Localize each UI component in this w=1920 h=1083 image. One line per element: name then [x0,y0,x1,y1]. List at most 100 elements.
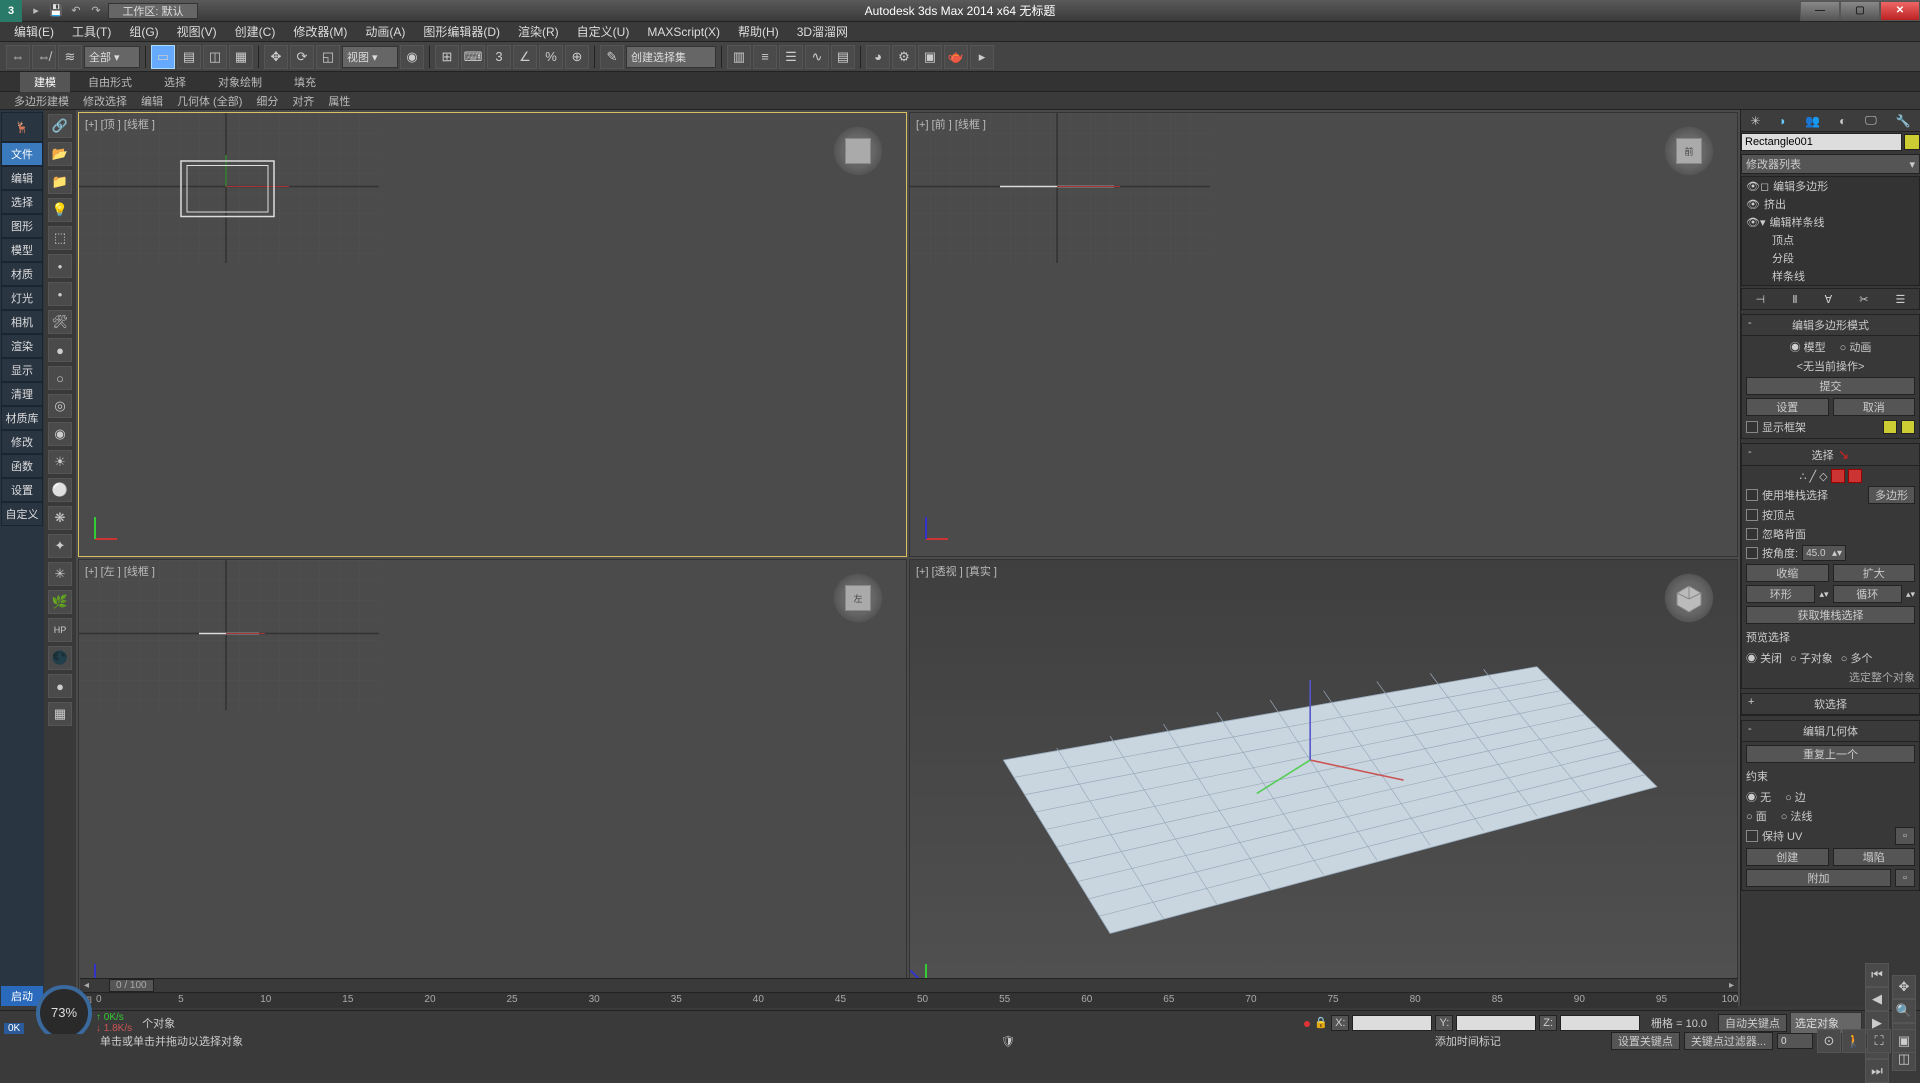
viewport-front-label[interactable]: [+] [前 ] [线框 ] [916,116,986,132]
rollout-softsel[interactable]: +软选择 [1741,693,1920,716]
setkey-button[interactable]: 设置关键点 [1611,1032,1680,1050]
ribbon-tab-freeform[interactable]: 自由形式 [74,72,146,92]
schematic-icon[interactable]: ▤ [831,45,855,69]
radio-model[interactable]: ◉ 模型 [1790,339,1826,355]
mirror-icon[interactable]: ▥ [727,45,751,69]
prev-frame-icon[interactable]: ◀ [1865,987,1889,1011]
menu-create[interactable]: 创建(C) [227,21,284,42]
viewport-persp-label[interactable]: [+] [透视 ] [真实 ] [916,563,997,579]
remove-mod-icon[interactable]: ✂ [1859,293,1868,306]
viewport-left-label[interactable]: [+] [左 ] [线框 ] [85,563,155,579]
cage-color2-swatch[interactable] [1901,420,1915,434]
ref-coord-combo[interactable]: 视图 ▾ [342,46,398,68]
maximize-button[interactable]: ▢ [1840,1,1880,21]
menu-animation[interactable]: 动画(A) [357,21,413,42]
render-prod-icon[interactable]: ▸ [970,45,994,69]
commit-button[interactable]: 提交 [1746,377,1915,395]
menu-group[interactable]: 组(G) [121,21,166,42]
get-stacksel-button[interactable]: 获取堆栈选择 [1746,606,1915,624]
nav-zoom-icon[interactable]: 🔍 [1892,999,1916,1023]
x-coord-input[interactable] [1352,1015,1432,1031]
cancel-button[interactable]: 取消 [1833,398,1916,416]
keyfilters-button[interactable]: 关键点过滤器... [1684,1032,1773,1050]
menu-rendering[interactable]: 渲染(R) [510,21,567,42]
viewport-top[interactable]: [+] [顶 ] [线框 ] [78,112,907,557]
scale-icon[interactable]: ◱ [316,45,340,69]
ic-planet-icon[interactable]: 🌑 [48,646,72,670]
byangle-check[interactable] [1746,547,1758,559]
cp-hierarchy-icon[interactable]: 👥 [1805,114,1820,128]
constraint-face-radio[interactable]: ○ 面 [1746,808,1767,824]
ic-box-icon[interactable]: ⬚ [48,226,72,250]
mini-listener[interactable]: 0K [4,1023,24,1034]
pin-stack-icon[interactable]: ⊣ [1756,293,1766,306]
subobj-border-icon[interactable]: ◇ [1819,470,1827,483]
loop-button[interactable]: 循环 [1833,585,1902,603]
lefttab-model[interactable]: 模型 [1,238,43,262]
ic-sphere-icon[interactable]: ● [48,338,72,362]
ic-link-icon[interactable]: 🔗 [48,114,72,138]
ic-folder-icon[interactable]: 📂 [48,142,72,166]
ic-grid-icon[interactable]: ▦ [48,702,72,726]
menu-edit[interactable]: 编辑(E) [6,21,62,42]
ic-ring-icon[interactable]: ◎ [48,394,72,418]
goto-end-icon[interactable]: ⏭ [1865,1059,1889,1083]
workspace-combo[interactable]: 工作区: 默认 [108,3,198,19]
lefttab-material[interactable]: 材质 [1,262,43,286]
z-coord-input[interactable] [1560,1015,1640,1031]
modifier-list-combo[interactable]: 修改器列表 ▾ [1741,154,1920,174]
lefttab-cleanup[interactable]: 清理 [1,382,43,406]
layers-icon[interactable]: ☰ [779,45,803,69]
object-name-input[interactable] [1741,133,1902,151]
lefttab-camera[interactable]: 相机 [1,310,43,334]
collapse-button[interactable]: 塌陷 [1833,848,1916,866]
keyboard-shortcut-icon[interactable]: ⌨ [461,45,485,69]
render-frame-icon[interactable]: ▣ [918,45,942,69]
lock-icon[interactable]: 🔒 [1314,1016,1328,1029]
ic-flare-icon[interactable]: ✳ [48,562,72,586]
subobj-edge-icon[interactable]: ╱ [1809,470,1816,483]
select-object-icon[interactable]: ▭ [151,45,175,69]
qat-undo-icon[interactable]: ↶ [68,3,84,19]
rotate-icon[interactable]: ⟳ [290,45,314,69]
ic-hp-icon[interactable]: HP [48,618,72,642]
viewport-top-label[interactable]: [+] [顶 ] [线框 ] [85,116,155,132]
modifier-stack[interactable]: 👁◻编辑多边形 👁挤出 👁▾编辑样条线 顶点 分段 样条线 Rectangle [1741,176,1920,286]
menu-help[interactable]: 帮助(H) [730,21,787,42]
menu-3dliuliu[interactable]: 3D溜溜网 [789,21,856,42]
lefttab-edit[interactable]: 编辑 [1,166,43,190]
menu-grapheditors[interactable]: 图形编辑器(D) [415,21,508,42]
lefttab-light[interactable]: 灯光 [1,286,43,310]
constraint-edge-radio[interactable]: ○ 边 [1785,789,1806,805]
polygon-button[interactable]: 多边形 [1868,486,1915,504]
shrink-button[interactable]: 收缩 [1746,564,1829,582]
minimize-button[interactable]: — [1800,1,1840,21]
render-icon[interactable]: 🫖 [944,45,968,69]
radio-anim[interactable]: ○ 动画 [1840,339,1872,355]
preview-subobj-radio[interactable]: ○ 子对象 [1790,650,1833,666]
named-selset-combo[interactable]: 创建选择集 [626,46,716,68]
subobj-element-icon[interactable] [1848,469,1862,483]
ic-dot2-icon[interactable]: • [48,282,72,306]
show-cage-check[interactable] [1746,421,1758,433]
named-sel-edit-icon[interactable]: ✎ [600,45,624,69]
goto-start-icon[interactable]: ⏮ [1865,963,1889,987]
viewcube-persp[interactable] [1661,570,1717,626]
ic-target-icon[interactable]: ✦ [48,534,72,558]
cp-create-icon[interactable]: ✳ [1750,114,1760,128]
subobj-vertex-icon[interactable]: ∴ [1799,470,1806,483]
lefttab-shape[interactable]: 图形 [1,214,43,238]
qat-redo-icon[interactable]: ↷ [88,3,104,19]
nav-region-icon[interactable]: ▣ [1892,1029,1916,1053]
nav-maximize-icon[interactable]: ⛶ [1867,1029,1891,1053]
preview-off-radio[interactable]: ◉ 关闭 [1746,650,1782,666]
selection-filter-combo[interactable]: 全部 ▾ [84,46,140,68]
viewport-left[interactable]: [+] [左 ] [线框 ] 左 [78,559,907,1004]
preview-multi-radio[interactable]: ○ 多个 [1841,650,1873,666]
grow-button[interactable]: 扩大 [1833,564,1916,582]
nav-pan-icon[interactable]: ✥ [1892,975,1916,999]
bind-icon[interactable]: ≋ [58,45,82,69]
ribpanel-props[interactable]: 属性 [322,92,356,110]
lefttab-select[interactable]: 选择 [1,190,43,214]
ic-orb-icon[interactable]: ● [48,674,72,698]
